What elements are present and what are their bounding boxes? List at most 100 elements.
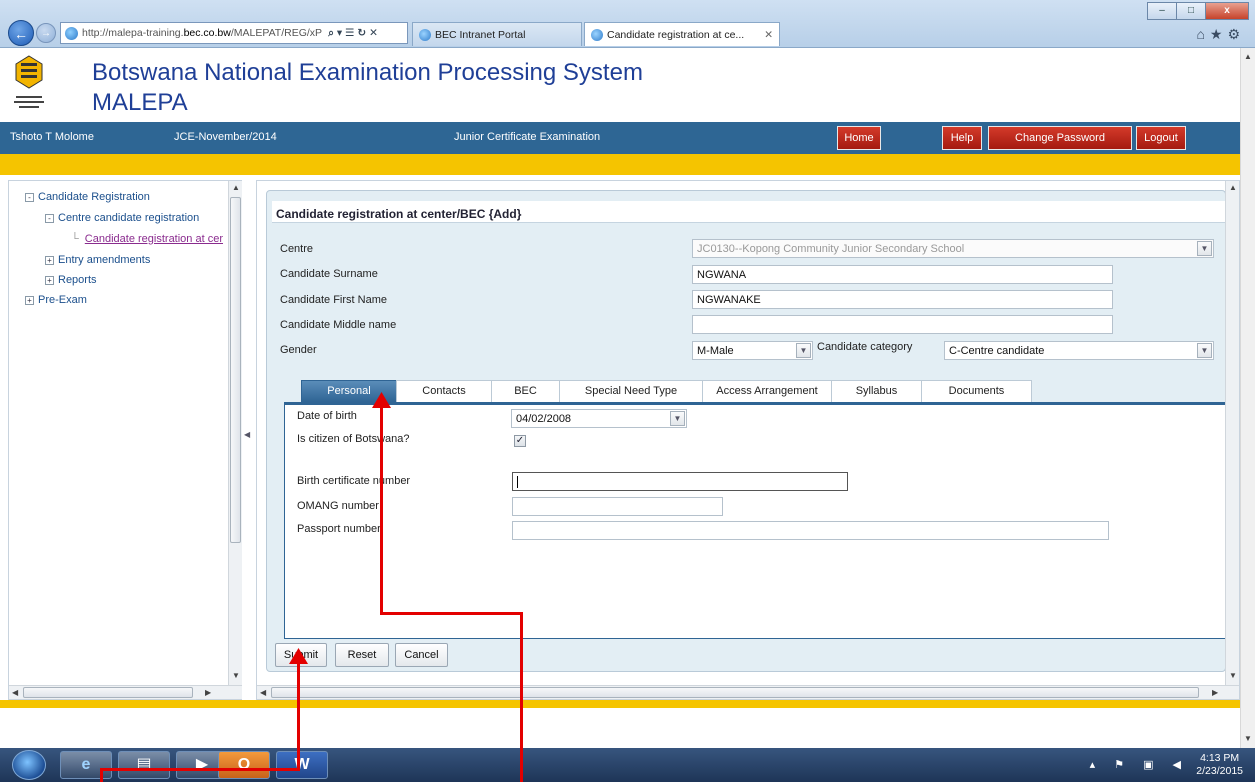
close-tab-icon[interactable]: ✕ bbox=[764, 29, 773, 41]
cancel-button[interactable]: Cancel bbox=[395, 643, 448, 667]
scroll-down-icon[interactable]: ▼ bbox=[1244, 734, 1252, 743]
expand-icon[interactable]: + bbox=[45, 255, 54, 265]
scroll-thumb[interactable] bbox=[271, 687, 1199, 698]
start-button[interactable] bbox=[12, 750, 46, 780]
scroll-down-icon[interactable]: ▼ bbox=[232, 671, 240, 680]
birth-cert-input[interactable] bbox=[512, 472, 848, 491]
scroll-right-icon[interactable]: ▶ bbox=[1212, 688, 1218, 697]
file-explorer-icon[interactable]: ▤ bbox=[118, 751, 170, 779]
user-name: Tshoto T Molome bbox=[10, 131, 94, 143]
tree-horizontal-scrollbar[interactable]: ◀ ▶ bbox=[9, 685, 242, 699]
surname-label: Candidate Surname bbox=[280, 268, 378, 280]
scroll-thumb[interactable] bbox=[23, 687, 193, 698]
middle-name-input[interactable] bbox=[692, 315, 1113, 334]
page-icon bbox=[65, 26, 78, 40]
tree-item-centre-candidate-registration[interactable]: - Centre candidate registration bbox=[45, 212, 199, 224]
passport-input[interactable] bbox=[512, 521, 1109, 540]
collapse-icon[interactable]: - bbox=[25, 192, 34, 202]
internet-explorer-icon[interactable]: e bbox=[60, 751, 112, 779]
scroll-left-icon[interactable]: ◀ bbox=[12, 688, 18, 697]
scroll-right-icon[interactable]: ▶ bbox=[205, 688, 211, 697]
system-tray-icons[interactable]: ▴ ⚑ ▣ ◀ bbox=[1090, 758, 1189, 771]
chevron-down-icon[interactable]: ▼ bbox=[670, 411, 685, 426]
dob-label: Date of birth bbox=[297, 410, 357, 422]
category-label: Candidate category bbox=[817, 341, 913, 353]
home-button[interactable]: Home bbox=[837, 126, 881, 150]
yellow-divider bbox=[0, 154, 1240, 175]
scroll-up-icon[interactable]: ▲ bbox=[1244, 52, 1252, 61]
dob-value: 04/02/2008 bbox=[516, 413, 572, 425]
passport-label: Passport number bbox=[297, 523, 381, 535]
maximize-button[interactable]: □ bbox=[1176, 2, 1206, 20]
url-host: bec.co.bw bbox=[183, 27, 231, 39]
tree-vertical-scrollbar[interactable]: ▲ ▼ bbox=[228, 181, 242, 685]
tree-item-candidate-registration[interactable]: - Candidate Registration bbox=[25, 191, 150, 203]
chevron-down-icon[interactable]: ▼ bbox=[796, 343, 811, 358]
splitter-handle-icon[interactable]: ◀ bbox=[244, 430, 254, 450]
citizen-checkbox[interactable]: ✓ bbox=[514, 435, 526, 447]
middle-name-label: Candidate Middle name bbox=[280, 319, 397, 331]
gender-select[interactable]: M-Male ▼ bbox=[692, 341, 813, 360]
surname-input[interactable]: NGWANA bbox=[692, 265, 1113, 284]
tree-label: Pre-Exam bbox=[38, 294, 87, 306]
home-favorites-settings-icons[interactable]: ⌂★⚙ bbox=[1196, 26, 1245, 43]
dob-picker[interactable]: 04/02/2008 ▼ bbox=[511, 409, 687, 428]
category-value: C-Centre candidate bbox=[949, 345, 1045, 357]
forward-button[interactable]: → bbox=[36, 23, 56, 43]
tree-label: Candidate registration at cer bbox=[84, 233, 223, 245]
url-rest: /MALEPAT/REG/xP bbox=[230, 27, 323, 39]
chevron-down-icon[interactable]: ▼ bbox=[1197, 241, 1212, 256]
arrowhead-icon bbox=[289, 648, 308, 664]
tree-item-candidate-registration-at-centre[interactable]: └ Candidate registration at cer bbox=[71, 233, 223, 245]
back-button[interactable]: ← bbox=[8, 20, 34, 46]
address-bar[interactable]: http://malepa-training. bec.co.bw/MALEPAT… bbox=[60, 22, 408, 44]
page-vertical-scrollbar[interactable]: ▲ ▼ bbox=[1240, 48, 1255, 748]
tab-special-need-type[interactable]: Special Need Type bbox=[559, 380, 703, 402]
first-name-input[interactable]: NGWANAKE bbox=[692, 290, 1113, 309]
omang-input[interactable] bbox=[512, 497, 723, 516]
window-controls: – □ x bbox=[1147, 2, 1249, 20]
tab-candidate-registration[interactable]: Candidate registration at ce... ✕ bbox=[584, 22, 780, 46]
scroll-left-icon[interactable]: ◀ bbox=[260, 688, 266, 697]
minimize-button[interactable]: – bbox=[1147, 2, 1177, 20]
scroll-thumb[interactable] bbox=[230, 197, 241, 543]
address-tools-icons[interactable]: ⌕ ▾ ☰ ↻ ✕ bbox=[328, 27, 378, 40]
word-icon[interactable]: W bbox=[276, 751, 328, 779]
tab-contacts[interactable]: Contacts bbox=[396, 380, 492, 402]
tree-item-reports[interactable]: + Reports bbox=[45, 274, 97, 286]
reset-button[interactable]: Reset bbox=[335, 643, 389, 667]
main-vertical-scrollbar[interactable]: ▲ ▼ bbox=[1225, 181, 1239, 685]
outlook-icon[interactable]: O bbox=[218, 751, 270, 779]
main-horizontal-scrollbar[interactable]: ◀ ▶ bbox=[257, 685, 1239, 699]
registration-form: Candidate registration at center/BEC {Ad… bbox=[266, 190, 1226, 672]
scroll-up-icon[interactable]: ▲ bbox=[1229, 183, 1237, 192]
category-select[interactable]: C-Centre candidate ▼ bbox=[944, 341, 1214, 360]
chevron-down-icon[interactable]: ▼ bbox=[1197, 343, 1212, 358]
tab-documents[interactable]: Documents bbox=[921, 380, 1032, 402]
centre-label: Centre bbox=[280, 243, 314, 255]
expand-icon[interactable]: + bbox=[25, 295, 34, 305]
scroll-down-icon[interactable]: ▼ bbox=[1229, 671, 1237, 680]
tree-item-pre-exam[interactable]: + Pre-Exam bbox=[25, 294, 87, 306]
citizen-label: Is citizen of Botswana? bbox=[297, 433, 410, 445]
centre-select[interactable]: JC0130--Kopong Community Junior Secondar… bbox=[692, 239, 1214, 258]
tree-label: Entry amendments bbox=[58, 254, 151, 266]
collapse-icon[interactable]: - bbox=[45, 213, 54, 223]
navigation-tree: - Candidate Registration - Centre candidat… bbox=[8, 180, 242, 700]
expand-icon[interactable]: + bbox=[45, 275, 54, 285]
tree-item-entry-amendments[interactable]: + Entry amendments bbox=[45, 254, 150, 266]
tab-access-arrangement[interactable]: Access Arrangement bbox=[702, 380, 832, 402]
tab-syllabus[interactable]: Syllabus bbox=[831, 380, 922, 402]
change-password-button[interactable]: Change Password bbox=[988, 126, 1132, 150]
help-button[interactable]: Help bbox=[942, 126, 982, 150]
form-tabs: Personal Contacts BEC Special Need Type … bbox=[301, 380, 1032, 402]
first-name-label: Candidate First Name bbox=[280, 294, 387, 306]
arrowhead-icon bbox=[372, 392, 391, 408]
tab-bec-intranet[interactable]: BEC Intranet Portal bbox=[412, 22, 582, 46]
clock[interactable]: 4:13 PM 2/23/2015 bbox=[1196, 752, 1243, 778]
gender-value: M-Male bbox=[697, 345, 734, 357]
logout-button[interactable]: Logout bbox=[1136, 126, 1186, 150]
close-window-button[interactable]: x bbox=[1205, 2, 1249, 20]
tab-bec[interactable]: BEC bbox=[491, 380, 560, 402]
scroll-up-icon[interactable]: ▲ bbox=[232, 183, 240, 192]
